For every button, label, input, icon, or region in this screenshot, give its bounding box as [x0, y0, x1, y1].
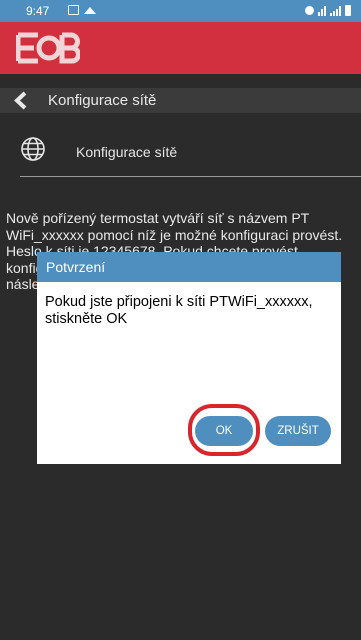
network-config-label: Konfigurace sítě: [76, 144, 178, 160]
divider: [20, 176, 361, 177]
page-title: Konfigurace sítě: [48, 92, 157, 109]
toolbar: Konfigurace sítě: [0, 88, 361, 113]
back-arrow-icon[interactable]: [12, 91, 30, 110]
notification-icons: [68, 5, 96, 15]
wifi-signal-icon: [318, 5, 326, 16]
app-logo: [16, 32, 80, 64]
globe-icon: [21, 137, 45, 161]
image-notification-icon: [68, 5, 79, 15]
system-icons: [305, 5, 351, 16]
cloud-notification-icon: [84, 7, 96, 14]
status-bar: 9:47: [0, 0, 361, 22]
battery-icon: [345, 5, 351, 16]
cancel-button[interactable]: ZRUŠIT: [265, 416, 331, 446]
dialog-message: Pokud jste připojeni k síti PTWiFi_xxxxx…: [45, 294, 313, 327]
status-time: 9:47: [26, 4, 50, 18]
ok-button[interactable]: OK: [195, 416, 253, 446]
dialog-title: Potvrzení: [37, 252, 341, 282]
alarm-icon: [305, 6, 314, 15]
network-config-item[interactable]: Konfigurace sítě: [0, 132, 361, 170]
confirm-dialog: Potvrzení Pokud jste připojeni k síti PT…: [37, 252, 341, 464]
cell-signal-icon: [330, 5, 341, 16]
